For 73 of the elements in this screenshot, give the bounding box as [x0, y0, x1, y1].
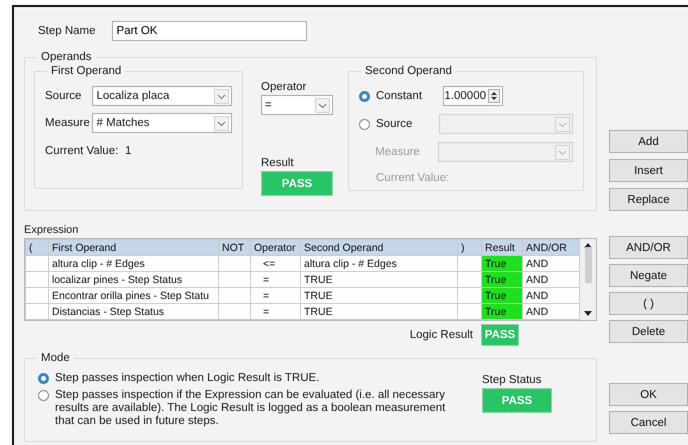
result-cell: True: [482, 256, 522, 272]
radio-button[interactable]: [38, 390, 49, 401]
result-indicator: PASS: [261, 171, 333, 196]
operand-dropdown[interactable]: Localiza placa: [92, 86, 232, 106]
column-header[interactable]: Operator: [250, 240, 300, 256]
column-header[interactable]: Result: [482, 240, 522, 256]
table-cell: =: [250, 272, 300, 288]
column-header[interactable]: Second Operand: [300, 240, 458, 256]
column-header[interactable]: AND/OR: [522, 240, 580, 256]
table-cell: TRUE: [300, 288, 458, 304]
constant-spinbox[interactable]: 1.00000: [443, 86, 503, 106]
table-cell: =: [250, 304, 300, 320]
column-header[interactable]: First Operand: [48, 240, 218, 256]
table-cell: altura clip - # Edges: [300, 256, 458, 272]
option-label: Constant: [376, 90, 424, 102]
scroll-down-icon[interactable]: [584, 311, 592, 317]
mode-option-label: Step passes inspection when Logic Result is TRUE.: [55, 372, 320, 385]
dialog-button[interactable]: Cancel: [609, 411, 688, 434]
step-status-indicator: PASS: [482, 388, 552, 413]
current-value: 1: [125, 145, 132, 157]
radio-button[interactable]: [359, 118, 370, 130]
column-header[interactable]: (: [26, 240, 48, 256]
expression-button[interactable]: Negate: [609, 264, 688, 287]
mode-title: Mode: [41, 352, 70, 364]
logic-result-label: Logic Result: [410, 329, 473, 341]
operator-label: Operator: [261, 81, 308, 93]
step-name-field[interactable]: Part OK: [112, 21, 307, 41]
expression-button[interactable]: ( ): [609, 292, 688, 315]
table-cell: TRUE: [300, 304, 458, 320]
expression-title: Expression: [24, 224, 80, 236]
option-label: Source: [376, 118, 414, 130]
expression-button[interactable]: AND/OR: [609, 236, 688, 259]
spin-arrows-icon: [488, 89, 500, 103]
caret-icon: [555, 144, 570, 160]
step-name-label: Step Name: [38, 25, 96, 37]
action-button[interactable]: Insert: [609, 159, 688, 182]
action-button[interactable]: Replace: [609, 188, 688, 211]
result-label: Result: [261, 157, 295, 169]
measure-label: Measure: [375, 146, 421, 158]
caret-icon: [315, 98, 330, 112]
table-cell: =: [250, 288, 300, 304]
mode-option-label: Step passes inspection if the Expression can be evaluated (i.e. all necessary results are available). The Logic Result is logged as a boolean measurement that can be used in future steps.: [55, 389, 446, 428]
dialog-button[interactable]: OK: [609, 383, 688, 406]
action-button[interactable]: Add: [609, 130, 688, 153]
column-header[interactable]: NOT: [218, 240, 250, 256]
table-cell: altura clip - # Edges: [48, 256, 218, 272]
scrollbar[interactable]: [580, 239, 596, 320]
result-cell: True: [482, 304, 522, 320]
table-cell: TRUE: [300, 272, 458, 288]
caret-icon: [555, 116, 570, 132]
result-cell: True: [482, 272, 522, 288]
table-cell: localizar pines - Step Status: [48, 272, 218, 288]
operator-dropdown[interactable]: =: [261, 95, 333, 115]
expression-button[interactable]: Delete: [609, 320, 688, 343]
first-operand-title: First Operand: [51, 65, 122, 77]
logic-result-indicator: PASS: [481, 324, 519, 346]
radio-button[interactable]: [359, 90, 370, 102]
current-value-label: Current Value:: [45, 145, 120, 157]
field-label: Measure: [45, 117, 91, 129]
table-cell: Encontrar orilla pines - Step Statu: [48, 288, 218, 304]
step-status-label: Step Status: [482, 374, 542, 386]
table-cell: <=: [250, 256, 300, 272]
table-cell: Distancias - Step Status: [48, 304, 218, 320]
caret-icon: [214, 116, 229, 130]
result-cell: True: [482, 288, 522, 304]
operand-dropdown[interactable]: # Matches: [92, 113, 232, 133]
radio-button[interactable]: [38, 373, 49, 384]
column-header[interactable]: ): [458, 240, 482, 256]
current-value-label: Current Value:: [376, 172, 450, 184]
field-label: Source: [45, 90, 82, 102]
operands-title: Operands: [41, 51, 92, 63]
caret-icon: [214, 88, 229, 104]
second-operand-title: Second Operand: [365, 65, 452, 77]
